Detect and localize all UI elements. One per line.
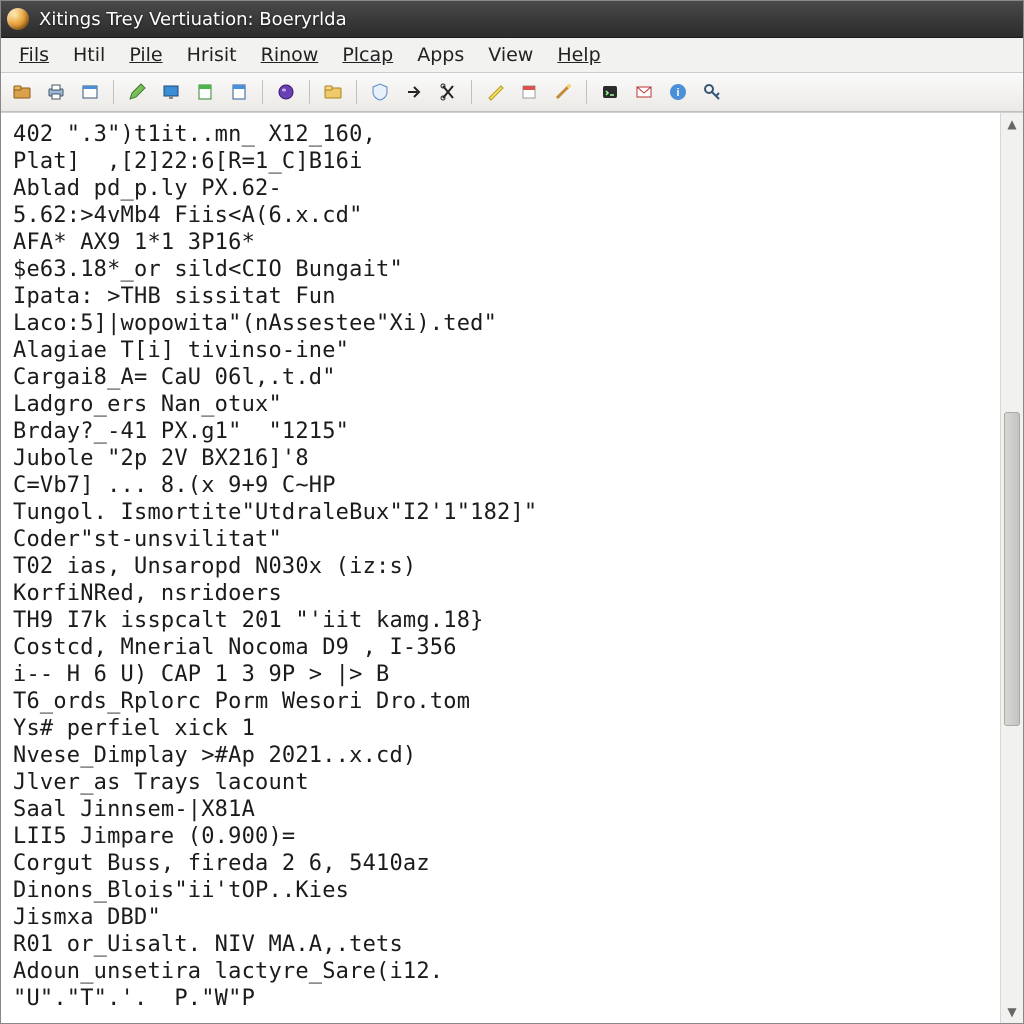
key-icon[interactable] [697, 77, 727, 107]
menu-rinow[interactable]: Rinow [251, 41, 329, 69]
toolbar-separator [113, 80, 114, 104]
vertical-scrollbar[interactable]: ▲ ▼ [1000, 113, 1023, 1023]
titlebar[interactable]: Xitings Trey Vertiuation: Boeryrlda [1, 1, 1023, 38]
folder-yellow-icon[interactable] [318, 77, 348, 107]
pencil-icon[interactable] [122, 77, 152, 107]
menu-apps[interactable]: Apps [407, 41, 474, 69]
tag-red-icon[interactable] [514, 77, 544, 107]
app-icon [7, 8, 29, 30]
sphere-icon[interactable] [271, 77, 301, 107]
menubar: Fils Htil Pile Hrisit Rinow Plcap Apps V… [1, 38, 1023, 73]
info-icon[interactable]: i [663, 77, 693, 107]
toolbar-separator [309, 80, 310, 104]
mail-icon[interactable] [629, 77, 659, 107]
folder-open-icon[interactable] [7, 77, 37, 107]
content-area: 402 ".3")t1it..mn_ X12_160, Plat] ,[2]22… [1, 112, 1023, 1023]
window-title: Xitings Trey Vertiuation: Boeryrlda [39, 9, 347, 30]
wand-icon[interactable] [548, 77, 578, 107]
highlighter-icon[interactable] [480, 77, 510, 107]
window-icon[interactable] [75, 77, 105, 107]
menu-help[interactable]: Help [547, 41, 610, 69]
app-window: Xitings Trey Vertiuation: Boeryrlda Fils… [0, 0, 1024, 1024]
scroll-up-arrow[interactable]: ▲ [1001, 113, 1023, 135]
shield-icon[interactable] [365, 77, 395, 107]
menu-view[interactable]: View [478, 41, 543, 69]
menu-fils[interactable]: Fils [9, 41, 59, 69]
menu-plcap[interactable]: Plcap [332, 41, 403, 69]
toolbar-separator [262, 80, 263, 104]
toolbar-separator [356, 80, 357, 104]
toolbar-separator [586, 80, 587, 104]
menu-pile[interactable]: Pile [119, 41, 172, 69]
toolbar-separator [471, 80, 472, 104]
arrow-right-icon[interactable] [399, 77, 429, 107]
page-blue-icon[interactable] [224, 77, 254, 107]
page-green-icon[interactable] [190, 77, 220, 107]
printer-icon[interactable] [41, 77, 71, 107]
screen-icon[interactable] [156, 77, 186, 107]
scissors-icon[interactable] [433, 77, 463, 107]
scroll-track[interactable] [1001, 135, 1023, 1001]
text-content[interactable]: 402 ".3")t1it..mn_ X12_160, Plat] ,[2]22… [1, 113, 1000, 1023]
toolbar: i [1, 73, 1023, 112]
svg-text:i: i [676, 87, 679, 99]
menu-hrisit[interactable]: Hrisit [177, 41, 247, 69]
terminal-icon[interactable] [595, 77, 625, 107]
scroll-down-arrow[interactable]: ▼ [1001, 1001, 1023, 1023]
menu-htil[interactable]: Htil [63, 41, 115, 69]
scroll-thumb[interactable] [1004, 412, 1020, 726]
